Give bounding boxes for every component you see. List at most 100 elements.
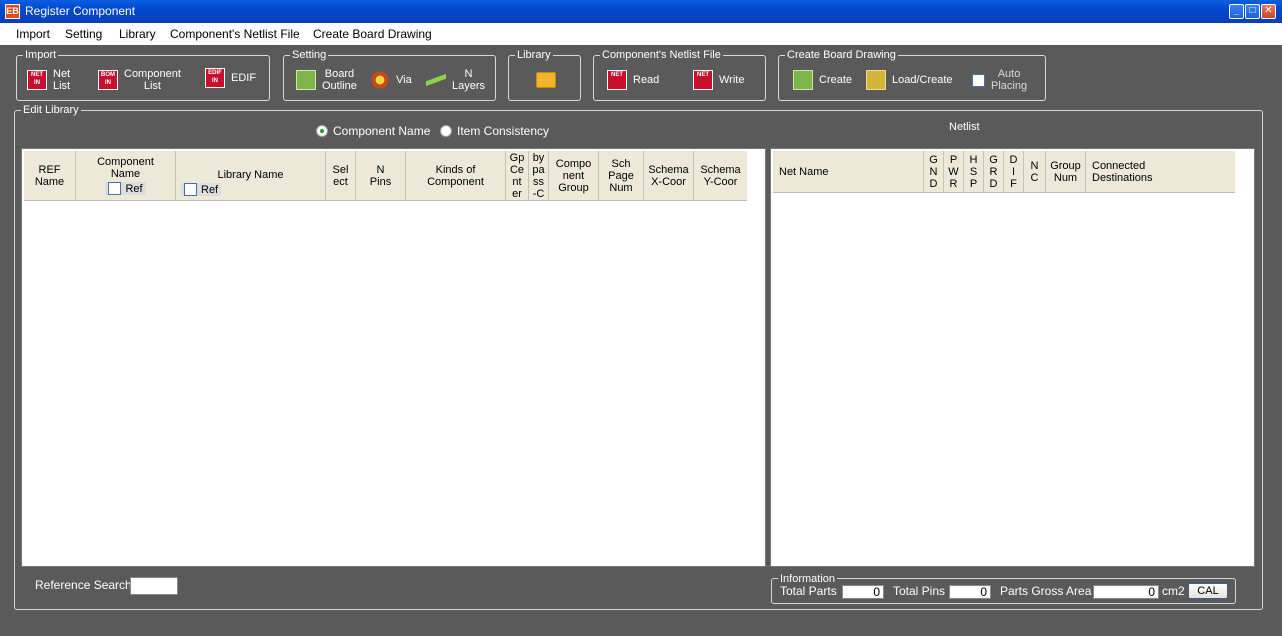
edif-label: EDIF bbox=[231, 72, 257, 84]
library-table-header: REF Name Component Name Ref Library Name R… bbox=[24, 151, 747, 201]
setting-group: Setting Board Outline Via N Layers bbox=[283, 48, 496, 101]
layers-icon bbox=[426, 70, 446, 90]
auto-placing-label-2: Placing bbox=[991, 80, 1028, 92]
menu-netlist-file[interactable]: Component's Netlist File bbox=[170, 27, 300, 41]
cal-button[interactable]: CAL bbox=[1188, 583, 1228, 599]
col-hsp[interactable]: HSP bbox=[964, 151, 984, 192]
create-board-icon bbox=[793, 70, 813, 90]
main-area: Import NET IN Net List BOM IN Component Li… bbox=[0, 45, 1282, 636]
col-schema-x-coor[interactable]: Schema X-Coor bbox=[644, 151, 694, 200]
library-table[interactable]: REF Name Component Name Ref Library Name R… bbox=[21, 148, 766, 567]
netlist-file-group: Component's Netlist File NET Read NET Wr… bbox=[593, 48, 766, 101]
total-parts-value: 0 bbox=[842, 585, 884, 599]
col-select[interactable]: Sel ect bbox=[326, 151, 356, 200]
component-ref-checkbox[interactable] bbox=[108, 182, 122, 195]
via-button[interactable]: Via bbox=[370, 70, 412, 90]
radio-component-name[interactable]: Component Name bbox=[316, 124, 430, 138]
netlist-read-button[interactable]: NET Read bbox=[607, 70, 659, 90]
via-icon bbox=[370, 70, 390, 90]
minimize-button[interactable]: _ bbox=[1229, 4, 1244, 19]
col-grd[interactable]: GRD bbox=[984, 151, 1004, 192]
menu-import[interactable]: Import bbox=[16, 27, 50, 41]
netlist-table[interactable]: Net Name GND PWR HSP GRD DIF NC Group Num… bbox=[770, 148, 1255, 567]
col-kinds-of-component[interactable]: Kinds of Component bbox=[406, 151, 506, 200]
col-gp-center[interactable]: Gp Ce nt er bbox=[506, 151, 529, 200]
n-layers-label-2: Layers bbox=[452, 80, 486, 92]
total-pins-value: 0 bbox=[949, 585, 991, 599]
col-nc[interactable]: NC bbox=[1024, 151, 1046, 192]
bom-in-icon: BOM IN bbox=[98, 70, 118, 90]
reference-search-label: Reference Search bbox=[35, 578, 132, 592]
import-group: Import NET IN Net List BOM IN Component Li… bbox=[16, 48, 270, 101]
n-layers-button[interactable]: N Layers bbox=[426, 68, 485, 92]
menu-bar: Import Setting Library Component's Netli… bbox=[0, 23, 1282, 45]
net-in-icon: NET IN bbox=[27, 70, 47, 90]
create-board-label: Create bbox=[819, 74, 853, 86]
create-board-button[interactable]: Create bbox=[793, 70, 852, 90]
load-create-label: Load/Create bbox=[892, 74, 953, 86]
net-list-label-2: List bbox=[53, 80, 71, 92]
netlist-table-header: Net Name GND PWR HSP GRD DIF NC Group Num… bbox=[773, 151, 1235, 193]
col-library-name[interactable]: Library Name Ref bbox=[176, 151, 326, 200]
board-outline-button[interactable]: Board Outline bbox=[296, 68, 357, 92]
col-bypass[interactable]: by pa ss -C bbox=[529, 151, 549, 200]
board-outline-icon bbox=[296, 70, 316, 90]
create-board-group: Create Board Drawing Create Load/Create … bbox=[778, 48, 1046, 101]
edif-in-icon: EDIF IN bbox=[205, 68, 225, 88]
col-group-num[interactable]: Group Num bbox=[1046, 151, 1086, 192]
setting-group-label: Setting bbox=[290, 48, 329, 62]
n-layers-label-1: N bbox=[464, 68, 473, 80]
parts-gross-area-value: 0 bbox=[1093, 585, 1159, 599]
load-create-icon bbox=[866, 70, 886, 90]
radio-item-consistency-label: Item Consistency bbox=[457, 124, 550, 138]
component-list-label-2: List bbox=[143, 80, 161, 92]
col-gnd[interactable]: GND bbox=[924, 151, 944, 192]
total-pins-label: Total Pins bbox=[893, 584, 946, 598]
open-library-button[interactable] bbox=[536, 72, 556, 88]
netlist-write-button[interactable]: NET Write bbox=[693, 70, 744, 90]
radio-item-consistency-dot[interactable] bbox=[440, 125, 452, 137]
menu-create-board-drawing[interactable]: Create Board Drawing bbox=[313, 27, 432, 41]
create-board-group-label: Create Board Drawing bbox=[785, 48, 898, 62]
col-component-group[interactable]: Compo nent Group bbox=[549, 151, 599, 200]
reference-search-input[interactable] bbox=[130, 577, 178, 595]
netlist-file-group-label: Component's Netlist File bbox=[600, 48, 723, 62]
maximize-button[interactable]: □ bbox=[1245, 4, 1260, 19]
via-label: Via bbox=[396, 74, 412, 86]
auto-placing-toggle[interactable]: Auto Placing bbox=[972, 68, 1027, 92]
folder-open-icon bbox=[536, 72, 556, 88]
library-group-label: Library bbox=[515, 48, 553, 62]
net-list-import-button[interactable]: NET IN Net List bbox=[27, 68, 70, 92]
radio-component-name-dot[interactable] bbox=[316, 125, 328, 137]
library-ref-label: Ref bbox=[201, 183, 219, 196]
edif-import-button[interactable]: EDIF IN EDIF bbox=[205, 68, 256, 88]
col-schema-y-coor[interactable]: Schema Y-Coor bbox=[694, 151, 747, 200]
col-component-name[interactable]: Component Name Ref bbox=[76, 151, 176, 200]
component-list-label-1: Component bbox=[124, 68, 181, 80]
col-sch-page-num[interactable]: Sch Page Num bbox=[599, 151, 644, 200]
auto-placing-checkbox[interactable] bbox=[972, 73, 985, 87]
board-outline-label-2: Outline bbox=[322, 80, 357, 92]
area-unit-label: cm2 bbox=[1162, 584, 1185, 598]
menu-library[interactable]: Library bbox=[119, 27, 156, 41]
total-parts-label: Total Parts bbox=[780, 584, 837, 598]
component-list-import-button[interactable]: BOM IN Component List bbox=[98, 68, 181, 92]
radio-item-consistency[interactable]: Item Consistency bbox=[440, 124, 549, 138]
col-net-name[interactable]: Net Name bbox=[773, 151, 924, 192]
close-button[interactable]: ✕ bbox=[1261, 4, 1276, 19]
col-connected-destinations[interactable]: Connected Destinations bbox=[1086, 151, 1235, 192]
menu-setting[interactable]: Setting bbox=[65, 27, 102, 41]
radio-component-name-label: Component Name bbox=[333, 124, 431, 138]
netlist-read-label: Read bbox=[633, 74, 660, 86]
title-bar: EB Register Component _ □ ✕ bbox=[0, 0, 1282, 23]
library-ref-checkbox[interactable] bbox=[184, 183, 197, 196]
net-list-label-1: Net bbox=[53, 68, 71, 80]
import-group-label: Import bbox=[23, 48, 59, 62]
col-n-pins[interactable]: N Pins bbox=[356, 151, 406, 200]
col-pwr[interactable]: PWR bbox=[944, 151, 964, 192]
netlist-write-label: Write bbox=[719, 74, 745, 86]
app-icon[interactable]: EB bbox=[5, 4, 20, 19]
load-create-board-button[interactable]: Load/Create bbox=[866, 70, 953, 90]
col-ref-name[interactable]: REF Name bbox=[24, 151, 76, 200]
col-dif[interactable]: DIF bbox=[1004, 151, 1024, 192]
